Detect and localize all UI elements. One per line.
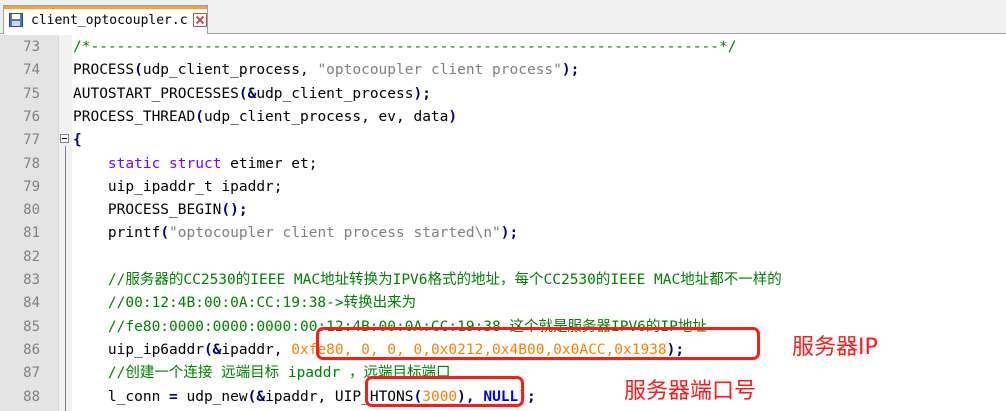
code-token: { bbox=[73, 132, 82, 149]
server-port-annotation: 服务器端口号 bbox=[624, 379, 757, 404]
code-text: printf("optocoupler client process start… bbox=[73, 222, 518, 245]
line-number: 74 bbox=[23, 62, 40, 79]
code-token: (& bbox=[203, 341, 222, 358]
code-token: (& bbox=[247, 388, 266, 405]
server-port-highlight bbox=[365, 376, 524, 407]
code-text: uip_ipaddr_t ipaddr; bbox=[73, 176, 283, 199]
code-token: uip_ipaddr_t ipaddr; bbox=[73, 178, 283, 195]
code-token: udp_client_process bbox=[256, 85, 414, 102]
code-text: static struct etimer et; bbox=[73, 153, 318, 176]
code-token: PROCESS bbox=[73, 62, 135, 79]
line-number: 73 bbox=[23, 39, 40, 55]
code-line[interactable]: 78 static struct etimer et; bbox=[0, 153, 1006, 176]
code-token: AUTOSTART_PROCESSES bbox=[73, 85, 239, 102]
line-number: 78 bbox=[23, 155, 40, 172]
code-line[interactable]: 79 uip_ipaddr_t ipaddr; bbox=[0, 176, 1006, 199]
line-number: 87 bbox=[23, 365, 40, 382]
code-line[interactable]: 80 PROCESS_BEGIN(); bbox=[0, 199, 1006, 222]
code-token: static bbox=[107, 155, 161, 172]
server-ip-highlight bbox=[316, 327, 760, 360]
code-text: { bbox=[73, 129, 82, 152]
line-number: 79 bbox=[23, 178, 40, 195]
tab-bar: client_optocoupler.c bbox=[0, 0, 1006, 34]
code-token: ); bbox=[500, 225, 519, 242]
code-token: "optocoupler client process started\n" bbox=[169, 225, 501, 242]
code-token: printf bbox=[73, 225, 161, 242]
code-token: ); bbox=[561, 62, 580, 79]
code-token: udp_client_process, bbox=[142, 62, 318, 79]
line-number: 77 bbox=[23, 132, 40, 149]
code-token: udp_new bbox=[177, 388, 248, 405]
line-number: 83 bbox=[23, 272, 40, 288]
code-line[interactable]: 77 { bbox=[0, 129, 1006, 152]
save-icon bbox=[9, 13, 23, 27]
code-text: //服务器的CC2530的IEEE MAC地址转换为IPV6格式的地址，每个CC… bbox=[73, 269, 782, 292]
line-number: 84 bbox=[23, 295, 40, 312]
code-line[interactable]: 75 AUTOSTART_PROCESSES(&udp_client_proces… bbox=[0, 83, 1006, 106]
code-token: uip_ip6addr bbox=[73, 341, 204, 358]
code-editor[interactable]: 73 /*------------------------------------… bbox=[0, 35, 1006, 411]
code-text: /*--------------------------------------… bbox=[73, 36, 736, 59]
line-number: 82 bbox=[23, 248, 40, 265]
code-token: ipaddr, bbox=[221, 341, 292, 358]
code-token: ( bbox=[195, 108, 204, 125]
code-line[interactable]: 81 printf("optocoupler client process st… bbox=[0, 222, 1006, 245]
code-token: //服务器的CC2530的IEEE MAC地址转换为IPV6格式的地址，每个CC… bbox=[73, 272, 782, 288]
code-token: PROCESS_BEGIN bbox=[73, 202, 222, 219]
code-token: struct bbox=[169, 155, 222, 172]
code-token: ( bbox=[134, 62, 143, 79]
code-token: /*--------------------------------------… bbox=[73, 39, 737, 55]
server-ip-annotation: 服务器IP bbox=[792, 335, 878, 360]
code-text: PROCESS_THREAD(udp_client_process, ev, d… bbox=[73, 106, 457, 129]
line-number: 88 bbox=[23, 388, 40, 405]
code-token: //00:12:4B:00:0A:CC:19:38->转换出来为 bbox=[73, 295, 417, 312]
code-line[interactable]: 76 PROCESS_THREAD(udp_client_process, ev,… bbox=[0, 106, 1006, 129]
code-token: (& bbox=[238, 85, 257, 102]
code-token: PROCESS_THREAD bbox=[73, 108, 196, 125]
code-token: ); bbox=[413, 85, 431, 102]
code-text: //00:12:4B:00:0A:CC:19:38->转换出来为 bbox=[73, 292, 416, 315]
line-number: 86 bbox=[23, 341, 40, 358]
active-tab-indicator bbox=[4, 6, 207, 9]
close-icon[interactable] bbox=[193, 13, 207, 27]
code-token: ipaddr, bbox=[265, 388, 335, 405]
line-number: 85 bbox=[23, 318, 40, 335]
code-token: (); bbox=[221, 202, 248, 219]
code-token: ( bbox=[160, 225, 170, 242]
code-text: PROCESS(udp_client_process, "optocoupler… bbox=[73, 59, 579, 82]
line-number: 76 bbox=[23, 108, 40, 125]
file-tab[interactable]: client_optocoupler.c bbox=[3, 5, 208, 34]
code-line[interactable]: 82 bbox=[0, 246, 1006, 269]
code-token: l_conn bbox=[73, 388, 170, 405]
code-line[interactable]: 73 /*------------------------------------… bbox=[0, 36, 1006, 59]
code-line[interactable]: 83 //服务器的CC2530的IEEE MAC地址转换为IPV6格式的地址，每… bbox=[0, 269, 1006, 292]
line-number: 80 bbox=[23, 202, 40, 219]
code-text: AUTOSTART_PROCESSES(&udp_client_process)… bbox=[73, 83, 431, 106]
code-line[interactable]: 74 PROCESS(udp_client_process, "optocoupl… bbox=[0, 59, 1006, 82]
code-token: = bbox=[169, 388, 178, 405]
tab-filename: client_optocoupler.c bbox=[31, 13, 188, 28]
code-token: udp_client_process, ev, data bbox=[203, 108, 449, 125]
line-number: 75 bbox=[23, 85, 40, 102]
code-text: PROCESS_BEGIN(); bbox=[73, 199, 248, 222]
code-token: "optocoupler client process" bbox=[317, 62, 562, 79]
code-token: ) bbox=[448, 108, 458, 125]
code-token: etimer et; bbox=[221, 155, 318, 172]
code-line[interactable]: 84 //00:12:4B:00:0A:CC:19:38->转换出来为 bbox=[0, 292, 1006, 315]
line-number: 81 bbox=[23, 225, 40, 242]
